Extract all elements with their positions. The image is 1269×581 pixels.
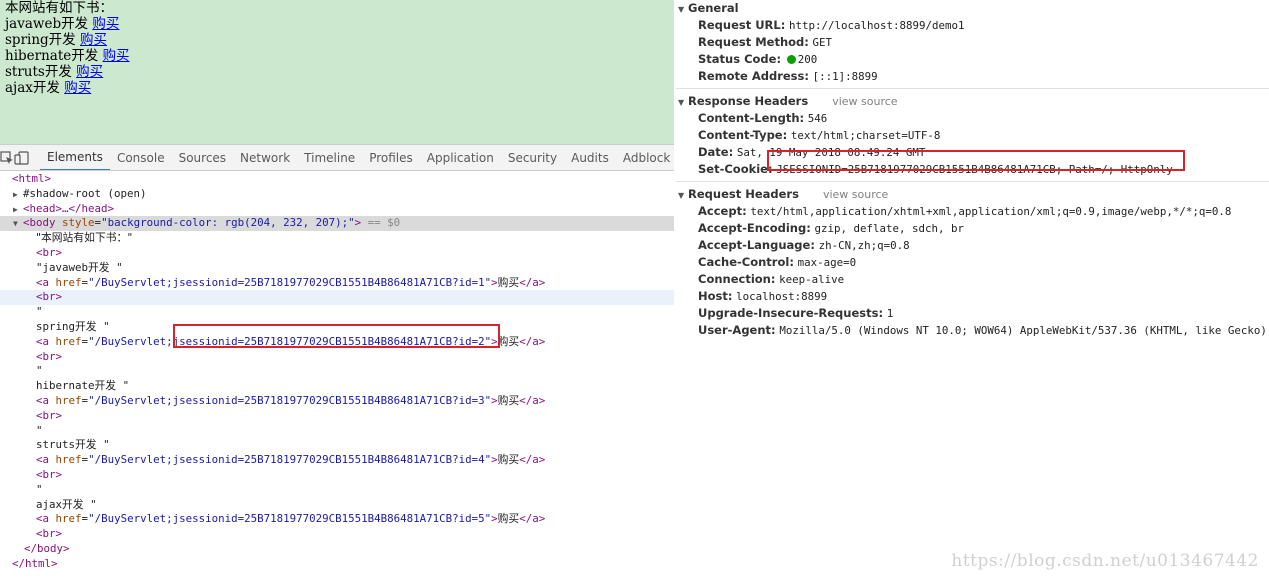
collapse-triangle-icon[interactable]: ▼ [13, 217, 23, 232]
dom-node-br[interactable]: <br> [0, 246, 674, 261]
dom-text-node[interactable]: ajax开发 " [0, 498, 674, 513]
book-name: struts开发 [5, 64, 72, 80]
buy-link[interactable]: 购买 [80, 32, 107, 48]
dom-text-node[interactable]: "javaweb开发 " [0, 261, 674, 276]
collapse-triangle-icon[interactable]: ▼ [678, 94, 688, 111]
header-row-request-method: Request Method: GET [698, 35, 833, 49]
tab-application[interactable]: Application [420, 145, 501, 170]
header-row-accept: Accept: text/html,application/xhtml+xml,… [698, 204, 1232, 218]
book-name: javaweb开发 [5, 16, 89, 32]
dom-node-br[interactable]: <br> [0, 350, 674, 365]
dom-node-html-close[interactable]: </html> [0, 557, 674, 572]
tab-audits[interactable]: Audits [564, 145, 616, 170]
dom-node-head[interactable]: ▶ <head>…</head> [0, 202, 674, 217]
dom-text-node[interactable]: "本网站有如下书：" [0, 231, 674, 246]
header-row-status-code: Status Code: 200 [698, 52, 818, 66]
view-source-link[interactable]: view source [823, 188, 888, 201]
devtools-toolbar: Elements Console Sources Network Timelin… [0, 144, 674, 171]
header-row-accept-encoding: Accept-Encoding: gzip, deflate, sdch, br [698, 221, 964, 235]
book-name: ajax开发 [5, 80, 60, 96]
book-name: hibernate开发 [5, 48, 99, 64]
highlight-box [173, 323, 500, 348]
book-item: ajax开发 购买 [5, 80, 674, 96]
tab-network[interactable]: Network [233, 145, 297, 170]
tab-profiles[interactable]: Profiles [362, 145, 420, 170]
book-item: spring开发 购买 [5, 32, 674, 48]
highlight-box [767, 150, 1185, 171]
buy-link[interactable]: 购买 [64, 80, 91, 96]
dom-node-html[interactable]: <html> [0, 172, 674, 187]
header-row-content-length: Content-Length: 546 [698, 111, 828, 125]
device-mode-icon[interactable] [14, 145, 30, 170]
dom-node-body[interactable]: ▼ <body style="background-color: rgb(204,… [0, 216, 674, 232]
dom-node-br[interactable]: <br> [0, 527, 674, 542]
tab-security[interactable]: Security [501, 145, 564, 170]
inspect-element-icon[interactable] [0, 145, 14, 170]
expand-triangle-icon[interactable]: ▶ [13, 203, 23, 218]
general-section-header[interactable]: ▼ General [676, 0, 1269, 17]
header-row-host: Host: localhost:8899 [698, 289, 828, 303]
elements-tree: <html> ▶ #shadow-root (open) ▶ <head>…</he… [0, 172, 674, 581]
dom-node-br[interactable]: <br> [0, 468, 674, 483]
dom-node-a[interactable]: <a href="/BuyServlet;jsessionid=25B71819… [0, 323, 674, 350]
dom-text-node[interactable]: struts开发 " [0, 438, 674, 453]
dom-node-a[interactable]: <a href="/BuyServlet;jsessionid=25B71819… [0, 453, 674, 468]
header-row-user-agent: User-Agent: Mozilla/5.0 (Windows NT 10.0… [698, 323, 1267, 337]
tab-elements[interactable]: Elements [40, 145, 110, 170]
dom-node-a[interactable]: <a href="/BuyServlet;jsessionid=25B71819… [0, 394, 674, 409]
buy-link[interactable]: 购买 [103, 48, 130, 64]
header-row-request-url: Request URL: http://localhost:8899/demo1 [698, 18, 965, 32]
headers-panel: ▼ General Request URL: http://localhost:8… [676, 0, 1269, 581]
expand-triangle-icon[interactable]: ▶ [13, 188, 23, 203]
dom-node-br[interactable]: <br> [0, 290, 674, 306]
status-ok-icon [786, 55, 796, 64]
header-row-set-cookie: Set-Cookie: JSESSIONID=25B7181977029CB15… [676, 150, 1269, 178]
dom-text-node[interactable]: " [0, 424, 674, 439]
dom-text-node[interactable]: " [0, 483, 674, 498]
header-row-connection: Connection: keep-alive [698, 272, 845, 286]
tab-console[interactable]: Console [110, 145, 172, 170]
dom-node-body-close[interactable]: </body> [0, 542, 674, 557]
watermark: https://blog.csdn.net/u013467442 [951, 551, 1259, 571]
header-row-accept-language: Accept-Language: zh-CN,zh;q=0.8 [698, 238, 910, 252]
view-source-link[interactable]: view source [832, 95, 897, 108]
book-item: hibernate开发 购买 [5, 48, 674, 64]
page-intro: 本网站有如下书： [5, 0, 113, 16]
section-divider [676, 181, 1269, 182]
request-headers-section-header[interactable]: ▼ Request Headers view source [676, 186, 1269, 203]
section-divider [676, 88, 1269, 89]
dom-text-node[interactable]: " [0, 305, 674, 320]
book-item: javaweb开发 购买 [5, 16, 674, 32]
dom-node-br[interactable]: <br> [0, 409, 674, 424]
header-row-upgrade-insecure: Upgrade-Insecure-Requests: 1 [698, 306, 894, 320]
header-row-content-type: Content-Type: text/html;charset=UTF-8 [698, 128, 941, 142]
collapse-triangle-icon[interactable]: ▼ [678, 1, 688, 18]
header-row-remote-address: Remote Address: [::1]:8899 [698, 69, 878, 83]
response-headers-section-header[interactable]: ▼ Response Headers view source [676, 93, 1269, 110]
dom-node-a[interactable]: <a href="/BuyServlet;jsessionid=25B71819… [0, 512, 674, 527]
tab-adblock[interactable]: Adblock Pl [616, 145, 674, 170]
book-name: spring开发 [5, 32, 76, 48]
book-item: struts开发 购买 [5, 64, 674, 80]
dom-text-node[interactable]: " [0, 364, 674, 379]
buy-link[interactable]: 购买 [76, 64, 103, 80]
header-row-cache-control: Cache-Control: max-age=0 [698, 255, 857, 269]
dom-text-node[interactable]: hibernate开发 " [0, 379, 674, 394]
buy-link[interactable]: 购买 [92, 16, 119, 32]
tab-sources[interactable]: Sources [172, 145, 233, 170]
collapse-triangle-icon[interactable]: ▼ [678, 187, 688, 204]
page-preview: 本网站有如下书： javaweb开发 购买 spring开发 购买 hibern… [0, 0, 674, 144]
dom-node-shadow-root[interactable]: ▶ #shadow-root (open) [0, 187, 674, 202]
tab-timeline[interactable]: Timeline [297, 145, 362, 170]
dom-node-a[interactable]: <a href="/BuyServlet;jsessionid=25B71819… [0, 276, 674, 291]
